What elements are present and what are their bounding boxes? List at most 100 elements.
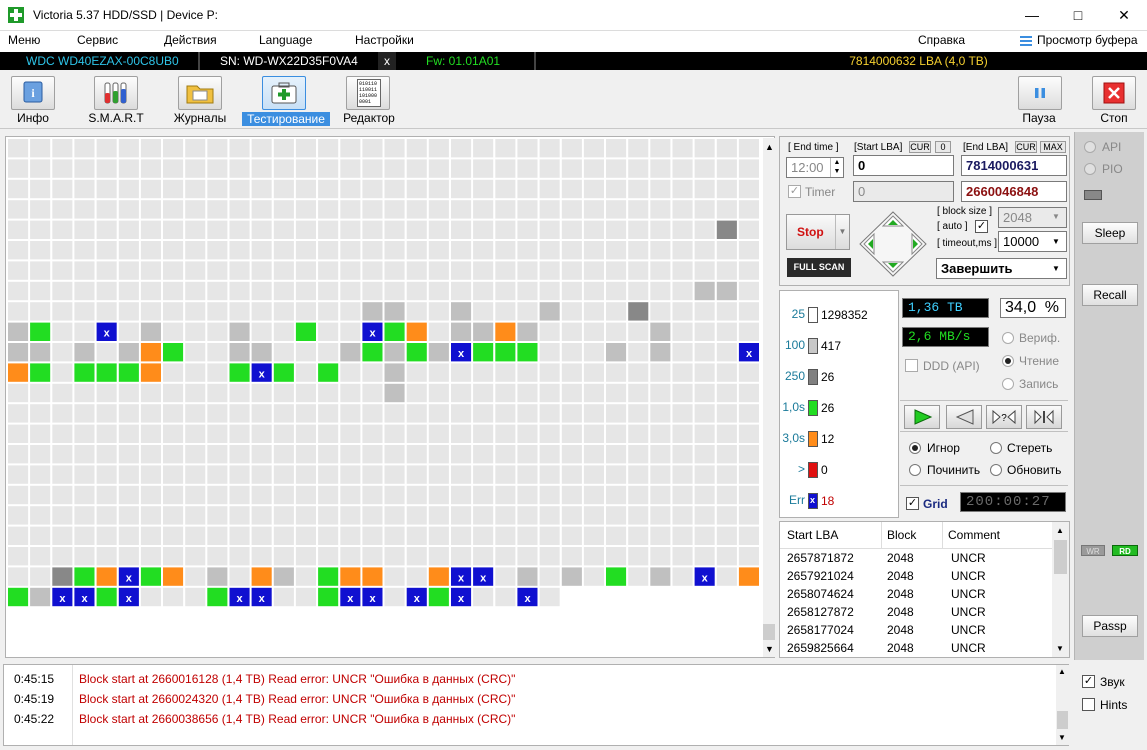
block-cell [118, 506, 139, 525]
play-forward-button[interactable] [904, 405, 940, 429]
device-close-x[interactable]: x [378, 52, 396, 70]
read-radio[interactable] [1002, 355, 1014, 367]
scroll-thumb[interactable] [763, 624, 775, 640]
stop-dropdown-icon[interactable]: ▼ [835, 215, 849, 249]
log-scroll-down-icon[interactable]: ▼ [1058, 733, 1066, 742]
block-cell [340, 302, 361, 321]
block-cell [473, 139, 494, 158]
col-start-lba[interactable]: Start LBA [787, 528, 838, 542]
table-row[interactable]: 2658127872 2048 UNCR [780, 603, 1052, 621]
table-scroll-thumb[interactable] [1054, 540, 1067, 574]
table-row[interactable]: 2658074624 2048 UNCR [780, 585, 1052, 603]
ddd-checkbox[interactable] [905, 359, 918, 372]
col-block[interactable]: Block [887, 528, 916, 542]
journals-button[interactable] [178, 76, 222, 110]
editor-button[interactable]: 010110 110011 101000 0001 [346, 76, 390, 110]
auto-checkbox[interactable]: ✓ [975, 220, 988, 233]
menu-main[interactable]: Меню [8, 33, 40, 47]
table-row[interactable]: 2657871872 2048 UNCR [780, 549, 1052, 567]
passp-button[interactable]: Passp [1082, 615, 1138, 637]
testing-button[interactable] [262, 76, 306, 110]
table-row[interactable]: 2658177024 2048 UNCR [780, 621, 1052, 639]
end-lba-input[interactable]: 7814000631 [961, 155, 1067, 176]
block-cell [606, 281, 627, 301]
hints-checkbox[interactable] [1082, 698, 1095, 711]
sound-checkbox[interactable]: ✓ [1082, 675, 1095, 688]
timer-input[interactable]: 0 [853, 181, 954, 202]
stat-threshold-label: > [797, 462, 805, 476]
start-lba-input[interactable]: 0 [853, 155, 954, 176]
random-seek-button[interactable]: ? [986, 405, 1022, 429]
stop-toolbar-button[interactable] [1092, 76, 1136, 110]
ignore-radio[interactable] [909, 442, 921, 454]
table-row[interactable]: 2659825664 2048 UNCR [780, 639, 1052, 657]
start-zero-button[interactable]: 0 [935, 141, 951, 153]
minimize-button[interactable]: — [1009, 0, 1055, 31]
finish-dropdown-icon[interactable]: ▼ [1052, 264, 1060, 273]
pio-radio[interactable] [1084, 163, 1096, 175]
block-cell [561, 322, 582, 341]
block-cell [406, 159, 427, 178]
scan-controls-panel: [ End time ] 12:00 ▲ ▼ [Start LBA] CUR 0 … [779, 136, 1070, 286]
table-scroll-down-icon[interactable]: ▼ [1056, 644, 1064, 653]
grid-checkbox[interactable]: ✓ [906, 497, 919, 510]
verify-radio[interactable] [1002, 332, 1014, 344]
block-cell [8, 567, 29, 586]
block-cell [539, 526, 560, 545]
block-cell [583, 424, 604, 443]
repair-radio[interactable] [909, 464, 921, 476]
play-backward-button[interactable] [946, 405, 982, 429]
menu-help[interactable]: Справка [918, 33, 965, 47]
finish-action-select[interactable]: Завершить [936, 258, 1067, 279]
grid-scrollbar[interactable]: ▲ ▼ [763, 138, 775, 657]
timeout-dropdown-icon[interactable]: ▼ [1052, 237, 1060, 246]
scroll-down-icon[interactable]: ▼ [765, 644, 774, 654]
menu-language[interactable]: Language [259, 33, 312, 47]
device-model[interactable]: WDC WD40EZAX-00C8UB0 [0, 52, 200, 70]
block-cell [52, 424, 73, 443]
time-spinner[interactable]: ▲ ▼ [830, 158, 843, 177]
end-max-button[interactable]: MAX [1040, 141, 1066, 153]
erase-radio[interactable] [990, 442, 1002, 454]
block-cell [672, 179, 693, 199]
scroll-up-icon[interactable]: ▲ [765, 142, 774, 152]
recall-button[interactable]: Recall [1082, 284, 1138, 306]
direction-pad[interactable] [858, 210, 928, 278]
maximize-button[interactable]: □ [1055, 0, 1101, 31]
butterfly-button[interactable] [1026, 405, 1062, 429]
menu-service[interactable]: Сервис [77, 33, 118, 47]
log-scroll-up-icon[interactable]: ▲ [1058, 667, 1066, 676]
col-comment[interactable]: Comment [948, 528, 1000, 542]
block-cell [30, 261, 51, 280]
block-cell [672, 424, 693, 443]
smart-button[interactable] [94, 76, 138, 110]
table-row[interactable]: 2657921024 2048 UNCR [780, 567, 1052, 585]
log-scroll-thumb[interactable] [1057, 711, 1068, 729]
block-cell [606, 485, 627, 505]
refresh-radio[interactable] [990, 464, 1002, 476]
write-radio[interactable] [1002, 378, 1014, 390]
full-scan-button[interactable]: FULL SCAN [787, 258, 851, 277]
block-size-dropdown-icon[interactable]: ▼ [1052, 212, 1060, 221]
block-cell [694, 363, 715, 382]
sleep-button[interactable]: Sleep [1082, 222, 1138, 244]
block-cell [207, 485, 228, 505]
start-cur-button[interactable]: CUR [909, 141, 931, 153]
block-cell [52, 322, 73, 341]
info-button[interactable]: i [11, 76, 55, 110]
block-cell [140, 220, 161, 239]
block-cell [8, 587, 29, 607]
api-radio[interactable] [1084, 141, 1096, 153]
log-scrollbar[interactable]: ▲ ▼ [1056, 665, 1069, 745]
pause-button[interactable] [1018, 76, 1062, 110]
menu-actions[interactable]: Действия [164, 33, 217, 47]
table-scrollbar[interactable]: ▲ ▼ [1052, 522, 1069, 657]
close-window-button[interactable]: ✕ [1101, 0, 1147, 31]
timer-checkbox[interactable]: ✓ [788, 185, 801, 198]
buffer-view-link[interactable]: Просмотр буфера [1037, 33, 1138, 47]
stop-scan-button[interactable]: Stop ▼ [786, 214, 850, 250]
menu-settings[interactable]: Настройки [355, 33, 414, 47]
table-scroll-up-icon[interactable]: ▲ [1056, 526, 1064, 535]
block-cell [583, 302, 604, 321]
end-cur-button[interactable]: CUR [1015, 141, 1037, 153]
